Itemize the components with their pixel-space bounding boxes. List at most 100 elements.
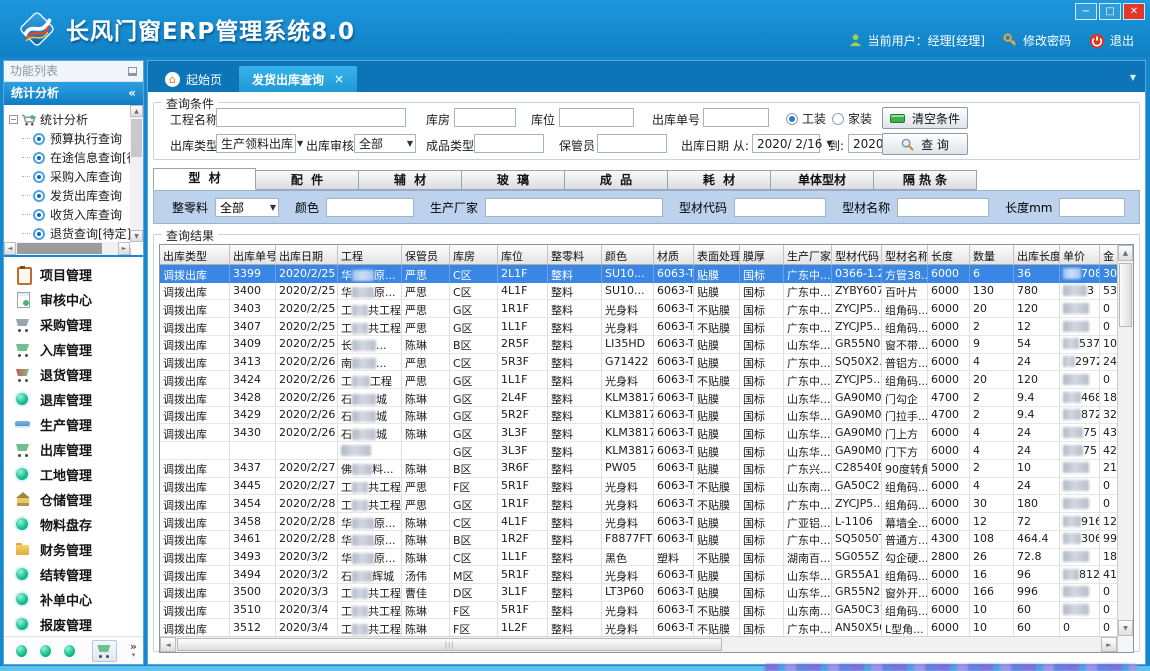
tree-expander-icon[interactable]: − — [9, 115, 18, 124]
subtab-单体型材[interactable]: 单体型材 — [771, 170, 874, 190]
table-row[interactable]: 调拨出库34452020/2/27工共工程严思F区5R1F整料光身料6063-T… — [160, 478, 1117, 496]
sidebar-item-财务管理[interactable]: 财务管理 — [4, 537, 143, 562]
column-header-长度[interactable]: 长度 — [928, 245, 970, 264]
location-input[interactable] — [559, 108, 634, 127]
tree-item[interactable]: 退货查询[待定] — [9, 224, 143, 243]
sidebar-item-退库管理[interactable]: 退库管理 — [4, 387, 143, 412]
search-button[interactable]: 查 询 — [882, 133, 968, 155]
close-button[interactable]: ✕ — [1123, 3, 1145, 20]
column-header-出库类型[interactable]: 出库类型 — [160, 245, 230, 264]
tree-vertical-scrollbar[interactable]: ▲ ▼ — [130, 105, 143, 242]
subtab-配件[interactable]: 配 件 — [256, 170, 359, 190]
tree-item[interactable]: 收货入库查询 — [9, 205, 143, 224]
tree-item[interactable]: 预算执行查询 — [9, 129, 143, 148]
scrollbar-thumb[interactable] — [1119, 263, 1132, 327]
tree-horizontal-scrollbar[interactable]: ◄ ► — [4, 242, 130, 255]
tab-home[interactable]: ⌂ 起始页 — [152, 66, 235, 92]
column-header-整零料[interactable]: 整零料 — [548, 245, 602, 264]
project-name-input[interactable] — [216, 108, 406, 127]
table-row[interactable]: 调拨出库34292020/2/26石城陈琳G区5R2F整料KLM38176063… — [160, 407, 1117, 425]
tree-root[interactable]: − 统计分析 — [9, 110, 143, 129]
column-header-出库日期[interactable]: 出库日期 — [276, 245, 338, 264]
sidebar-item-补单中心[interactable]: 补单中心 — [4, 587, 143, 612]
column-header-金[interactable]: 金 — [1100, 245, 1117, 264]
sidebar-item-退货管理[interactable]: 退货管理 — [4, 362, 143, 387]
column-header-型材代码[interactable]: 型材代码 — [832, 245, 882, 264]
filter-input-颜色[interactable] — [326, 198, 414, 217]
date-from-picker[interactable]: 2020/ 2/16▼ — [752, 134, 820, 153]
sidebar-item-采购管理[interactable]: 采购管理 — [4, 312, 143, 337]
scroll-left-icon[interactable]: ◄ — [4, 242, 16, 255]
column-header-工程[interactable]: 工程 — [338, 245, 402, 264]
collapse-icon[interactable]: « — [128, 82, 136, 105]
order-no-input[interactable] — [703, 108, 769, 127]
audit-select[interactable]: 全部▼ — [354, 134, 416, 153]
minimize-button[interactable]: − — [1075, 3, 1097, 20]
table-row[interactable]: 调拨出库34932020/3/2华原...陈琳C区1L1F整料黑色塑料不贴膜国标… — [160, 549, 1117, 567]
sidebar-item-生产管理[interactable]: 生产管理 — [4, 412, 143, 437]
tab-close-icon[interactable]: × — [334, 72, 344, 86]
module-dot-icon[interactable] — [40, 645, 51, 657]
module-cart-button[interactable] — [92, 640, 117, 662]
subtab-隔热条[interactable]: 隔 热 条 — [874, 170, 977, 190]
column-header-数量[interactable]: 数量 — [970, 245, 1014, 264]
sidebar-item-报废管理[interactable]: 报废管理 — [4, 612, 143, 636]
column-header-保管员[interactable]: 保管员 — [402, 245, 450, 264]
scroll-right-icon[interactable]: ► — [118, 242, 130, 255]
column-header-颜色[interactable]: 颜色 — [602, 245, 654, 264]
grid-vertical-scrollbar[interactable]: ▲ ▼ — [1117, 245, 1133, 652]
sidebar-item-出库管理[interactable]: 出库管理 — [4, 437, 143, 462]
overflow-chevron[interactable]: »▾ — [130, 643, 137, 659]
logout-link[interactable]: 退出 — [1089, 32, 1134, 49]
table-row[interactable]: 调拨出库34612020/2/28华原...陈琳B区1R2F整料F8877FT6… — [160, 531, 1117, 549]
filter-select-整零料[interactable]: 全部▼ — [215, 198, 279, 217]
table-row[interactable]: G区3L3F整料KLM38176063-T5贴膜国标山东华...GA90M09.… — [160, 442, 1117, 460]
change-password-link[interactable]: 修改密码 — [1003, 32, 1071, 49]
scroll-down-icon[interactable]: ▼ — [130, 230, 143, 242]
filter-input-生产厂家[interactable] — [485, 198, 663, 217]
module-dot-icon[interactable] — [16, 645, 27, 657]
table-row[interactable]: 调拨出库34282020/2/26石城陈琳G区2L4F整料KLM38176063… — [160, 389, 1117, 407]
subtab-成品[interactable]: 成 品 — [565, 170, 668, 190]
scrollbar-thumb[interactable]: ||| — [177, 638, 722, 651]
filter-input-型材名称[interactable] — [897, 198, 989, 217]
table-row[interactable]: 调拨出库34942020/3/2石辉城汤伟M区5R1F整料光身料6063-T5贴… — [160, 566, 1117, 584]
pin-icon[interactable] — [128, 67, 137, 76]
sidebar-item-工地管理[interactable]: 工地管理 — [4, 462, 143, 487]
filter-input-型材代码[interactable] — [734, 198, 826, 217]
tree-item[interactable]: 在途信息查询[待 — [9, 148, 143, 167]
tab-list-dropdown-icon[interactable]: ▼ — [1130, 73, 1136, 82]
sidebar-item-入库管理[interactable]: 入库管理 — [4, 337, 143, 362]
table-row[interactable]: 调拨出库34302020/2/26石城陈琳G区3L3F整料KLM38176063… — [160, 424, 1117, 442]
subtab-玻璃[interactable]: 玻 璃 — [462, 170, 565, 190]
table-row[interactable]: 调拨出库34582020/2/28华原...陈琳C区4L1F整料光身料6063-… — [160, 513, 1117, 531]
tree-item[interactable]: 采购入库查询 — [9, 167, 143, 186]
filter-input-长度mm[interactable] — [1059, 198, 1125, 217]
column-header-表面处理[interactable]: 表面处理 — [694, 245, 740, 264]
scroll-left-icon[interactable]: ◄ — [160, 637, 176, 652]
column-header-材质[interactable]: 材质 — [654, 245, 694, 264]
scroll-down-icon[interactable]: ▼ — [1118, 620, 1133, 636]
keeper-input[interactable] — [597, 134, 667, 153]
subtab-耗材[interactable]: 耗 材 — [668, 170, 771, 190]
table-row[interactable]: 调拨出库34002020/2/25华原...严思C区4L1F整料SU10...6… — [160, 283, 1117, 301]
table-row[interactable]: 调拨出库34092020/2/25长...陈琳B区2R5F整料LI35HD606… — [160, 336, 1117, 354]
warehouse-input[interactable] — [454, 108, 516, 127]
subtab-型材[interactable]: 型 材 — [153, 168, 256, 190]
column-header-型材名称[interactable]: 型材名称 — [882, 245, 928, 264]
sidebar-item-仓储管理[interactable]: 仓储管理 — [4, 487, 143, 512]
column-header-膜厚[interactable]: 膜厚 — [740, 245, 784, 264]
scrollbar-thumb[interactable] — [131, 119, 142, 157]
scroll-up-icon[interactable]: ▲ — [1118, 245, 1133, 261]
sidebar-item-项目管理[interactable]: 项目管理 — [4, 262, 143, 287]
column-header-单价[interactable]: 单价 — [1060, 245, 1100, 264]
scroll-right-icon[interactable]: ► — [1101, 637, 1117, 652]
table-row[interactable]: 调拨出库34372020/2/27佛料...陈琳B区3R6F整料PW056063… — [160, 460, 1117, 478]
tab-shipment-query[interactable]: 发货出库查询 × — [239, 66, 357, 92]
column-header-库位[interactable]: 库位 — [498, 245, 548, 264]
grid-horizontal-scrollbar[interactable]: ◄ ||| ► — [160, 636, 1117, 652]
radio-jiazhuang[interactable]: 家装 — [832, 110, 872, 127]
table-row[interactable]: 调拨出库35002020/3/3工共工程曹佳D区3L1F整料LT3P606063… — [160, 584, 1117, 602]
table-row[interactable]: 调拨出库35122020/3/4工共工程陈琳F区1L2F整料光身料6063-T5… — [160, 619, 1117, 636]
scroll-up-icon[interactable]: ▲ — [130, 105, 143, 117]
